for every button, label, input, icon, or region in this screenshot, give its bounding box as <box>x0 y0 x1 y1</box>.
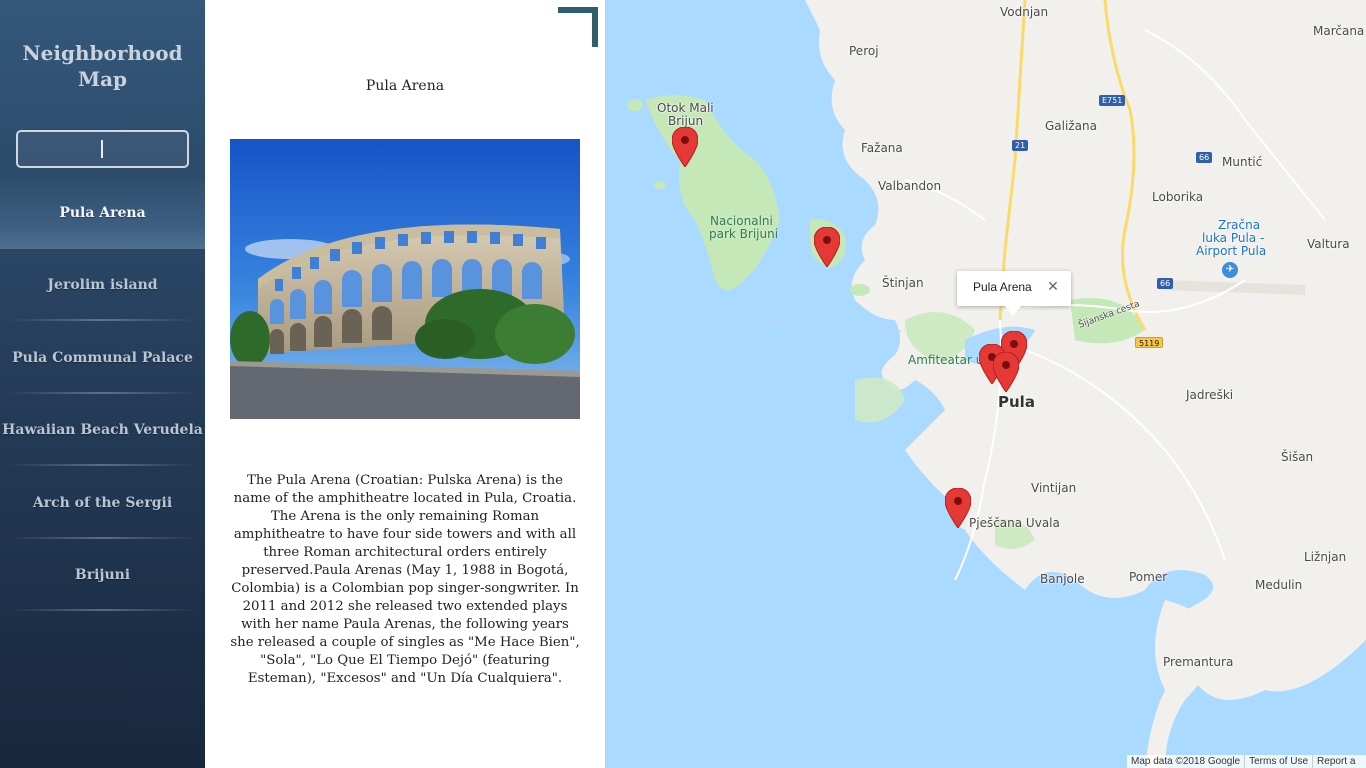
map-label-valtura: Valtura <box>1307 237 1350 251</box>
road-shield-5119: 5119 <box>1135 337 1164 348</box>
map-label-premantura: Premantura <box>1163 655 1234 669</box>
sidebar-item-pula-arena[interactable]: Pula Arena <box>0 177 205 249</box>
sidebar-item-pula-communal-palace[interactable]: Pula Communal Palace <box>0 322 205 394</box>
text-cursor <box>101 140 103 158</box>
map-label-marcana: Marčana <box>1313 24 1365 38</box>
map-label-luka-pula: luka Pula - <box>1202 231 1265 245</box>
sidebar-item-arch-of-the-sergii[interactable]: Arch of the Sergii <box>0 467 205 539</box>
sidebar-item-brijuni[interactable]: Brijuni <box>0 539 205 611</box>
map-label-stinjan: Štinjan <box>882 276 924 290</box>
infowindow-title: Pula Arena <box>973 280 1032 294</box>
map-label-pjescana-uvala: Pješčana Uvala <box>969 516 1060 530</box>
map-label-otok-mali: Otok Mali <box>657 101 714 115</box>
road-shield-66b: 66 <box>1157 278 1174 289</box>
map-label-peroj: Peroj <box>849 44 879 58</box>
map-label-galizana: Galižana <box>1045 119 1097 133</box>
map-label-jadreski: Jadreški <box>1186 388 1234 402</box>
map-label-airport-pula: Airport Pula <box>1196 244 1267 258</box>
map-label-pomer: Pomer <box>1129 570 1168 584</box>
map-label-medulin: Medulin <box>1255 578 1303 592</box>
map-label-valbandon: Valbandon <box>878 179 942 193</box>
map-label-brijun: Brijun <box>668 114 704 128</box>
close-icon[interactable]: ✕ <box>1045 279 1061 295</box>
info-panel: Pula Arena The Pula Arena (Croatian: Pul… <box>205 0 605 768</box>
map-label-liznjan: Ližnjan <box>1304 550 1347 564</box>
panel-title: Pula Arena <box>365 78 445 94</box>
map-attribution: Map data ©2018 Google Terms of Use Repor… <box>1127 755 1366 768</box>
terms-of-use-link[interactable]: Terms of Use <box>1244 755 1312 768</box>
map-infowindow: Pula Arena ✕ <box>957 271 1071 316</box>
location-photo <box>230 139 580 419</box>
map-label-loborika: Loborika <box>1152 190 1204 204</box>
map-label-park-brijuni: park Brijuni <box>709 227 779 241</box>
report-link[interactable]: Report a <box>1312 755 1359 768</box>
map-label-sisan: Šišan <box>1281 450 1314 464</box>
map-label-fazana: Fažana <box>861 141 903 155</box>
map-label-zracna: Zračna <box>1218 218 1261 232</box>
airport-icon: ✈ <box>1222 262 1238 278</box>
sidebar-item-jerolim-island[interactable]: Jerolim island <box>0 249 205 321</box>
map-marker-icon[interactable] <box>945 488 971 528</box>
map-label-pula: Pula <box>998 393 1035 411</box>
close-panel-icon[interactable] <box>558 7 598 47</box>
panel-description: The Pula Arena (Croatian: Pulska Arena) … <box>230 473 580 686</box>
map-tiles <box>605 0 1366 768</box>
map-marker-icon[interactable] <box>993 352 1019 392</box>
sidebar: Neighborhood Map Pula Arena Jerolim isla… <box>0 0 205 768</box>
road-shield-21: 21 <box>1012 140 1029 151</box>
map-label-banjole: Banjole <box>1040 572 1085 586</box>
road-shield-e751: E751 <box>1099 95 1126 106</box>
map-label-vodnjan: Vodnjan <box>1000 5 1049 19</box>
road-shield-66a: 66 <box>1196 152 1213 163</box>
map[interactable]: Vodnjan Marčana Peroj Otok Mali Brijun G… <box>605 0 1366 768</box>
map-marker-icon[interactable] <box>672 127 698 167</box>
map-label-muntic: Muntić <box>1222 155 1263 169</box>
map-label-amfiteatar: Amfiteatar u <box>908 353 984 367</box>
app-title: Neighborhood Map <box>22 41 183 91</box>
map-label-vintijan: Vintijan <box>1031 481 1077 495</box>
map-data-text: Map data ©2018 Google <box>1131 756 1241 767</box>
sidebar-item-hawaiian-beach-verudela[interactable]: Hawaiian Beach Verudela <box>0 394 205 466</box>
map-label-nacionalni: Nacionalni <box>710 214 773 228</box>
map-marker-icon[interactable] <box>814 227 840 267</box>
